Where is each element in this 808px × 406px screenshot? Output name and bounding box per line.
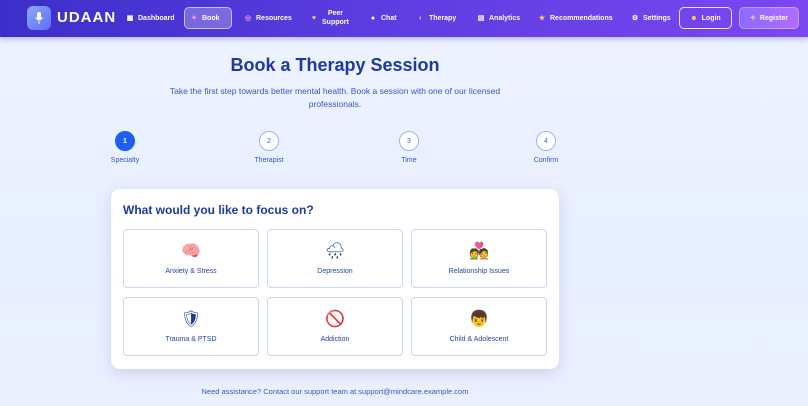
- shield-icon: 🛡: [180, 311, 202, 328]
- option-label: Addiction: [320, 336, 350, 343]
- page-subtitle: Take the first step towards better menta…: [169, 86, 501, 109]
- focus-card: What would you like to focus on? 🧠 Anxie…: [111, 189, 559, 369]
- support-note: Need assistance? Contact our support tea…: [201, 387, 469, 396]
- microphone-icon[interactable]: [27, 6, 51, 30]
- step-number: 3: [399, 131, 419, 151]
- option-label: Trauma & PTSD: [165, 336, 217, 343]
- nav-label: Analytics: [489, 14, 521, 22]
- register-label: Register: [759, 14, 788, 22]
- step-specialty[interactable]: 1 Specialty: [95, 131, 155, 164]
- step-label: Specialty: [110, 157, 140, 164]
- step-confirm[interactable]: 4 Confirm: [516, 131, 576, 164]
- chart-icon: ▤: [477, 15, 485, 22]
- nav-label: Book: [202, 14, 220, 22]
- nav-label: Recommendations: [550, 14, 613, 22]
- nav-settings[interactable]: ⚙ Settings: [626, 7, 676, 29]
- couple-icon: 💑: [469, 243, 489, 260]
- nav-label: Chat: [381, 14, 397, 22]
- login-label: Login: [701, 14, 721, 22]
- star-icon: ★: [538, 15, 546, 22]
- child-icon: 👦: [469, 311, 489, 328]
- nav-label: Settings: [643, 14, 671, 22]
- option-anxiety-stress[interactable]: 🧠 Anxiety & Stress: [123, 229, 259, 288]
- brain-icon: ◐: [418, 14, 424, 22]
- brand-name[interactable]: UDAAN: [57, 9, 116, 26]
- prohibited-icon: 🚫: [325, 311, 345, 328]
- focus-question: What would you like to focus on?: [123, 203, 314, 217]
- nav-analytics[interactable]: ▤ Analytics: [472, 7, 525, 29]
- step-number: 4: [536, 131, 556, 151]
- nav-recommendations[interactable]: ★ Recommendations: [533, 7, 618, 29]
- resources-icon: ◎: [244, 15, 252, 22]
- step-label: Confirm: [533, 157, 559, 164]
- option-addiction[interactable]: 🚫 Addiction: [267, 297, 403, 356]
- option-trauma-ptsd[interactable]: 🛡 Trauma & PTSD: [123, 297, 259, 356]
- nav-dashboard[interactable]: ▦ Dashboard: [121, 7, 180, 29]
- option-label: Child & Adolescent: [449, 336, 509, 343]
- nav-label: Resources: [256, 14, 292, 22]
- brain-icon: 🧠: [181, 243, 201, 260]
- login-button[interactable]: ☻ Login: [679, 7, 732, 29]
- nav-book[interactable]: ✦ Book: [184, 7, 232, 29]
- nav-peer-support[interactable]: ♥ Peer Support: [305, 7, 354, 29]
- register-button[interactable]: ✧ Register: [739, 7, 799, 29]
- step-therapist[interactable]: 2 Therapist: [239, 131, 299, 164]
- gear-icon: ⚙: [631, 15, 639, 22]
- nav-resources[interactable]: ◎ Resources: [239, 7, 297, 29]
- user-icon: ☻: [690, 14, 698, 22]
- heart-icon: ♥: [311, 14, 317, 22]
- step-label: Time: [401, 157, 417, 164]
- page-title: Book a Therapy Session: [230, 55, 440, 75]
- step-number: 1: [115, 131, 135, 151]
- option-label: Anxiety & Stress: [165, 268, 217, 275]
- option-child-adolescent[interactable]: 👦 Child & Adolescent: [411, 297, 547, 356]
- chat-icon: ●: [370, 14, 376, 22]
- rain-cloud-icon: 🌧: [324, 243, 346, 260]
- step-number: 2: [259, 131, 279, 151]
- top-navbar: UDAAN ▦ Dashboard ✦ Book ◎ Resources ♥ P…: [0, 0, 808, 37]
- option-label: Relationship Issues: [448, 268, 510, 275]
- sparkle-icon: ✧: [750, 15, 756, 22]
- option-depression[interactable]: 🌧 Depression: [267, 229, 403, 288]
- nav-label: Therapy: [429, 14, 457, 22]
- dashboard-icon: ▦: [126, 15, 134, 22]
- nav-therapy[interactable]: ◐ Therapy: [412, 7, 461, 29]
- nav-label: Dashboard: [138, 14, 175, 22]
- step-time[interactable]: 3 Time: [379, 131, 439, 164]
- step-label: Therapist: [254, 157, 284, 164]
- nav-label-line1: Peer: [327, 10, 343, 17]
- option-relationship-issues[interactable]: 💑 Relationship Issues: [411, 229, 547, 288]
- option-label: Depression: [317, 268, 353, 275]
- nav-chat[interactable]: ● Chat: [364, 7, 402, 29]
- nav-label-line2: Support: [322, 19, 349, 26]
- book-icon: ✦: [191, 15, 197, 22]
